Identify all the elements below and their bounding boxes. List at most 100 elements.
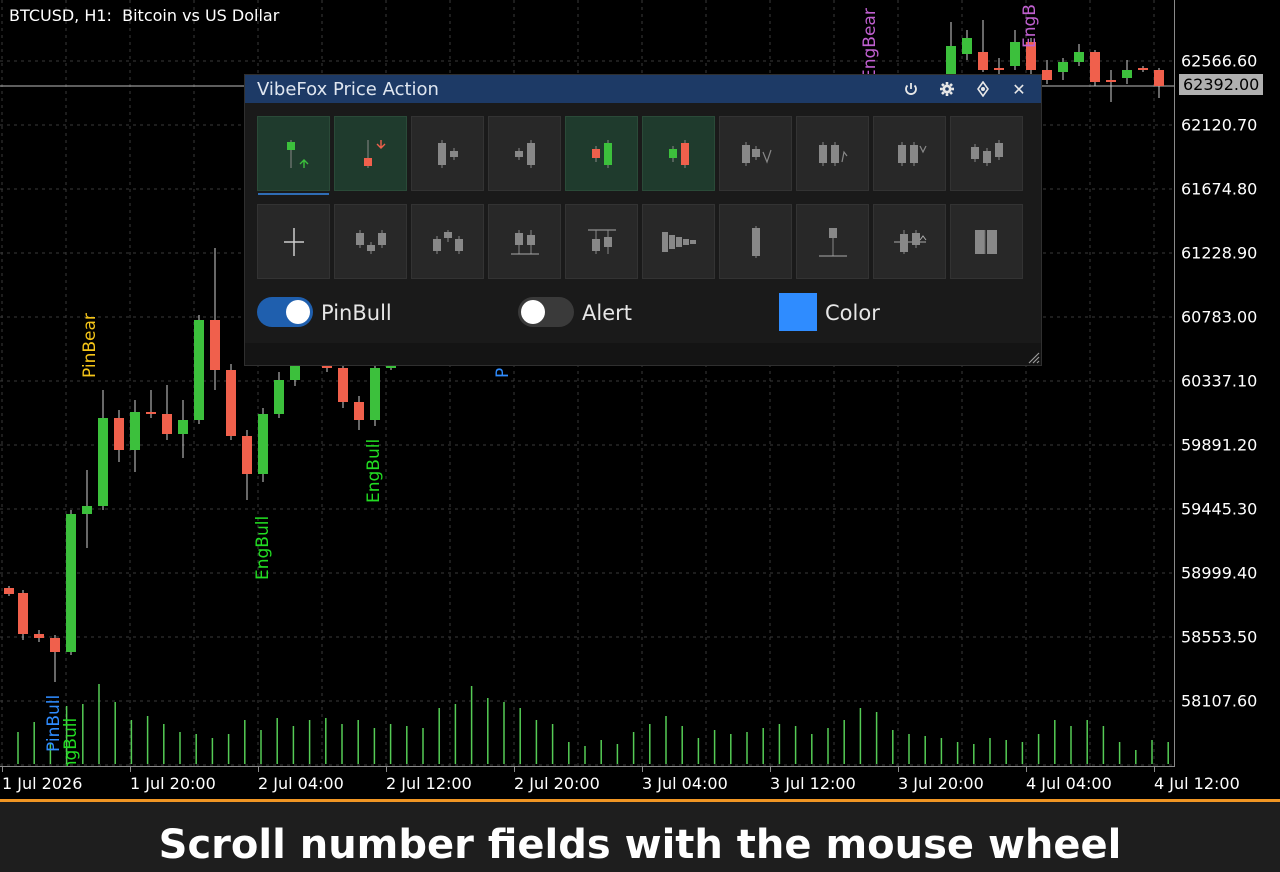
price-label: 62566.60 [1181,51,1258,71]
pattern-button-evening-star[interactable] [411,204,484,279]
caption-bar: Scroll number fields with the mouse whee… [0,799,1280,872]
candle-body [1010,42,1020,66]
price-axis[interactable]: 62566.60 62120.70 61674.80 61228.90 6078… [1175,0,1280,767]
pattern-button-three-soldiers[interactable] [950,116,1023,191]
doji-icon [283,227,304,256]
candle-body [114,418,124,450]
candle-body [98,418,108,506]
tweezer-top-icon [587,229,616,254]
pinbull-label: PinBull [321,301,392,325]
pattern-button-engulfing-bear[interactable] [642,116,715,191]
piercing-icon [893,229,926,254]
color-label: Color [825,301,880,325]
candle-body [962,38,972,54]
pattern-button-tweezer-bottom[interactable] [488,204,561,279]
pattern-button-hammer[interactable] [796,204,869,279]
candle-body [18,593,28,634]
pattern-button-squeeze[interactable] [642,204,715,279]
pattern-button-morning-star[interactable] [334,204,407,279]
candle-body [130,412,140,450]
pin-bear-icon [363,139,385,168]
pattern-button-three-bar-down[interactable] [719,116,792,191]
candle-body [82,506,92,514]
candle-body [1058,62,1068,72]
evening-star-icon [432,229,463,254]
outside-bar-icon [514,139,535,168]
pattern-button-engulfing-bull[interactable] [565,116,638,191]
gear-icon[interactable] [937,79,957,99]
pattern-button-long-candle[interactable] [719,204,792,279]
price-label: 58107.60 [1181,691,1258,711]
three-bar-up-icon [818,141,847,166]
pattern-label-pinbear: PinBear [80,313,100,378]
morning-star-icon [355,229,386,254]
candle-body [274,380,284,414]
resize-grip-icon[interactable] [1026,350,1040,364]
panel-header[interactable]: VibeFox Price Action ✕ [245,75,1041,103]
candle-body [34,634,44,638]
tweezer-bottom-icon [510,229,539,254]
candle-body [1138,68,1148,70]
candle-body [146,412,156,414]
pattern-button-inside-bar[interactable] [411,116,484,191]
time-label: 3 Jul 20:00 [898,774,984,793]
color-swatch[interactable] [779,293,817,331]
pattern-button-pin-bear[interactable] [334,116,407,191]
pattern-button-doji[interactable] [257,204,330,279]
price-label: 59891.20 [1181,435,1258,455]
close-icon[interactable]: ✕ [1009,79,1029,99]
pattern-row-1 [257,116,1023,195]
candle-body [290,366,300,380]
candle-body [354,402,364,420]
pattern-button-harami[interactable] [950,204,1023,279]
time-label: 2 Jul 04:00 [258,774,344,793]
pattern-button-tweezer-top[interactable] [565,204,638,279]
pattern-button-three-bar-up[interactable] [796,116,869,191]
candle-body [242,436,252,474]
three-bar-down-icon [741,141,772,166]
time-label: 2 Jul 12:00 [386,774,472,793]
time-label: 1 Jul 20:00 [130,774,216,793]
candle-body [946,46,956,74]
pattern-button-outside-bar[interactable] [488,116,561,191]
pattern-button-piercing[interactable] [873,204,946,279]
long-candle-icon [751,225,760,258]
squeeze-icon [661,231,696,252]
candle-body [66,514,76,652]
pattern-row-2 [257,204,1023,279]
engulfing-bull-icon [591,139,612,168]
power-icon[interactable] [901,79,921,99]
pinbull-toggle[interactable] [257,297,313,327]
alert-toggle[interactable] [518,297,574,327]
time-label: 1 Jul 2026 [2,774,83,793]
price-label: 60337.10 [1181,371,1258,391]
three-soldiers-icon [970,139,1003,166]
price-label: 62120.70 [1181,115,1258,135]
current-price-tag: 62392.00 [1179,74,1264,95]
pattern-button-double-bar[interactable] [873,116,946,191]
price-label: 61228.90 [1181,243,1258,263]
move-icon[interactable] [973,79,993,99]
pattern-label-engbull: EngBull [253,515,273,580]
candle-body [50,638,60,652]
candle-body [1042,70,1052,80]
time-axis[interactable]: 1 Jul 2026 1 Jul 20:00 2 Jul 04:00 2 Jul… [0,767,1280,799]
time-label: 3 Jul 04:00 [642,774,728,793]
pattern-button-pin-bull[interactable] [257,116,330,195]
candle-body [978,52,988,70]
candle-body [1122,70,1132,78]
price-label: 59445.30 [1181,499,1258,519]
candle-body [178,420,188,434]
candle-body [162,414,172,434]
pattern-label-engbear: EngBear [860,8,880,80]
toggle-row: PinBull Alert Color [257,293,1027,333]
candle-body [1106,80,1116,82]
time-label: 2 Jul 20:00 [514,774,600,793]
panel-title: VibeFox Price Action [257,78,439,100]
harami-icon [974,229,997,254]
candle-body [370,368,380,420]
price-label: 60783.00 [1181,307,1258,327]
price-label: 58999.40 [1181,563,1258,583]
time-label: 3 Jul 12:00 [770,774,856,793]
time-label: 4 Jul 04:00 [1026,774,1112,793]
